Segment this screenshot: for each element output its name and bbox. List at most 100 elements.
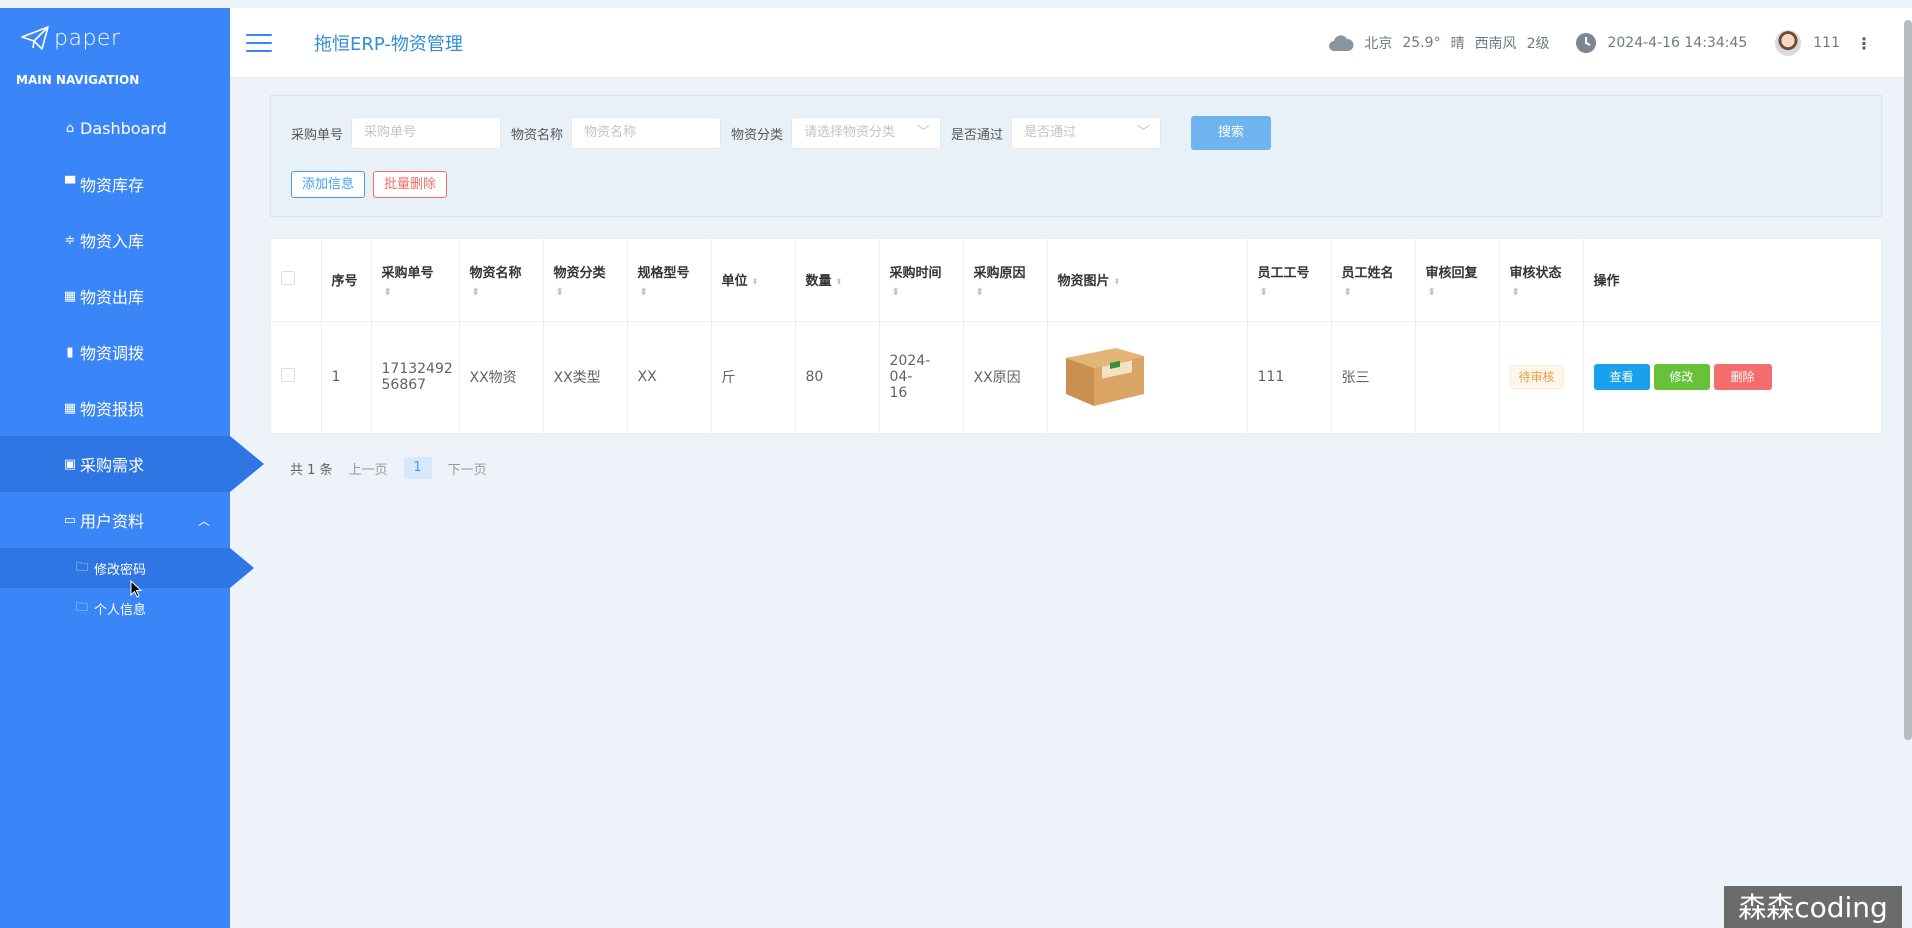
sidebar-item-transfer[interactable]: ▮ 物资调拨 — [0, 324, 230, 380]
sidebar: paper MAIN NAVIGATION ⌂ Dashboard ▀ 物资库存… — [0, 8, 264, 928]
table-header-row: 序号 采购单号 ⬍ 物资名称 ⬍ 物资分类 ⬍ 规格型号 ⬍ 单位 ⬍ 数量 ⬍ 采购时间 ⬍… — [271, 239, 1881, 322]
passed-select[interactable]: 是否通过 ﹀ — [1011, 117, 1162, 149]
edit-button[interactable]: 修改 — [1653, 364, 1710, 390]
sort-icon[interactable]: ⬍ — [752, 277, 759, 285]
column-header: 操作 — [1583, 239, 1881, 322]
username[interactable]: 111 — [1813, 35, 1840, 51]
briefcase-icon: ▀ — [65, 176, 75, 192]
sort-icon[interactable]: ⬍ — [1428, 287, 1489, 298]
menu-toggle-icon[interactable] — [246, 33, 272, 52]
view-button[interactable]: 查看 — [1593, 364, 1650, 390]
sidebar-item-purchase-demand[interactable]: ▣ 采购需求 — [0, 436, 264, 492]
cell-employee-no: 111 — [1247, 321, 1332, 434]
column-header[interactable]: 物资名称 ⬍ — [459, 239, 544, 322]
column-header-label: 员工工号 — [1257, 265, 1310, 281]
table-row: 1 17132492 56867 XX物资 XX类型 XX 斤 80 2024-0… — [271, 321, 1881, 434]
top-header: 拖恒ERP-物资管理 北京 25.9° 晴 西南风 2级 2024-4-16 1… — [230, 8, 1912, 78]
date-line: 16 — [889, 385, 908, 401]
sidebar-item-label: 物资调拨 — [80, 344, 145, 363]
column-header[interactable]: 员工姓名 ⬍ — [1331, 239, 1416, 322]
batch-delete-button[interactable]: 批量删除 — [373, 171, 448, 198]
column-header[interactable]: 物资分类 ⬍ — [543, 239, 628, 322]
column-header[interactable]: 员工工号 ⬍ — [1247, 239, 1332, 322]
folder-icon: 🗀 — [76, 559, 89, 574]
sidebar-item-label: 采购需求 — [80, 456, 145, 475]
current-datetime: 2024-4-16 14:34:45 — [1607, 35, 1748, 51]
add-info-button[interactable]: 添加信息 — [291, 171, 366, 198]
sidebar-item-inventory[interactable]: ▀ 物资库存 — [0, 156, 230, 212]
current-page-button[interactable]: 1 — [403, 457, 432, 479]
category-select-placeholder: 请选择物资分类 — [804, 125, 896, 140]
sidebar-item-label: 物资报损 — [80, 400, 145, 419]
order-no-input[interactable]: 采购单号 — [351, 117, 502, 149]
column-header[interactable]: 采购单号 ⬍ — [371, 239, 460, 322]
row-checkbox[interactable] — [281, 368, 295, 382]
card-icon: ▭ — [63, 512, 77, 528]
cell-review-status: 待审核 — [1499, 321, 1584, 434]
sidebar-item-label: 物资出库 — [80, 288, 145, 307]
folder-icon: 🗀 — [76, 599, 89, 614]
cell-order-no: 17132492 56867 — [371, 321, 460, 434]
sidebar-subitem-change-password[interactable]: 🗀 修改密码 — [0, 548, 254, 588]
pagination-total: 共 1 条 — [290, 462, 333, 478]
page-scrollbar[interactable] — [1904, 20, 1912, 740]
column-header[interactable]: 采购原因 ⬍ — [963, 239, 1048, 322]
cell-unit: 斤 — [711, 321, 796, 434]
category-select[interactable]: 请选择物资分类 ﹀ — [791, 117, 942, 149]
app-title: 拖恒ERP-物资管理 — [314, 33, 463, 55]
prev-page-button[interactable]: 上一页 — [349, 459, 388, 478]
paper-plane-icon — [21, 26, 49, 50]
sidebar-subitem-label: 个人信息 — [94, 602, 147, 618]
column-header[interactable]: 规格型号 ⬍ — [627, 239, 712, 322]
next-page-button[interactable]: 下一页 — [448, 459, 487, 478]
sort-icon[interactable]: ⬍ — [1114, 277, 1121, 285]
weather-temp: 25.9° — [1402, 35, 1441, 51]
status-badge: 待审核 — [1509, 365, 1564, 389]
more-options-icon[interactable]: ⋮ — [1856, 34, 1872, 53]
column-header[interactable]: 审核状态 ⬍ — [1499, 239, 1584, 322]
material-name-input[interactable]: 物资名称 — [571, 117, 722, 149]
pagination: 共 1 条 上一页 1 下一页 — [290, 457, 503, 479]
column-header[interactable]: 单位 ⬍ — [711, 239, 796, 322]
column-header[interactable]: 审核回复 ⬍ — [1415, 239, 1500, 322]
sliders-icon: ≑ — [64, 232, 76, 248]
sort-icon[interactable]: ⬍ — [836, 277, 843, 285]
sort-icon[interactable]: ⬍ — [976, 287, 1037, 298]
sidebar-item-loss[interactable]: ▦ 物资报损 — [0, 380, 230, 436]
avatar[interactable] — [1775, 30, 1802, 56]
select-all-checkbox[interactable] — [281, 270, 295, 285]
sidebar-subitem-personal-info[interactable]: 🗀 个人信息 — [0, 588, 230, 628]
clock-icon — [1576, 33, 1597, 53]
sidebar-item-inbound[interactable]: ≑ 物资入库 — [0, 212, 230, 268]
sort-icon[interactable]: ⬍ — [892, 287, 953, 298]
sidebar-item-dashboard[interactable]: ⌂ Dashboard — [0, 100, 230, 156]
column-header[interactable]: 数量 ⬍ — [795, 239, 880, 322]
column-header-label: 采购原因 — [973, 265, 1026, 281]
date-line: 2024-04- — [889, 353, 931, 385]
sidebar-item-outbound[interactable]: ▦ 物资出库 — [0, 268, 230, 324]
cell-category: XX类型 — [543, 321, 628, 434]
logo-text: paper — [54, 25, 121, 51]
material-name-label: 物资名称 — [511, 127, 564, 143]
sort-icon[interactable]: ⬍ — [472, 287, 533, 298]
chevron-down-icon: ﹀ — [1137, 125, 1151, 140]
search-button[interactable]: 搜索 — [1191, 116, 1272, 150]
sort-icon[interactable]: ⬍ — [1344, 287, 1405, 298]
cell-index: 1 — [321, 321, 372, 434]
cardboard-box-image[interactable] — [1058, 340, 1150, 410]
sort-icon[interactable]: ⬍ — [1512, 287, 1573, 298]
column-header[interactable]: 物资图片 ⬍ — [1047, 239, 1248, 322]
sort-icon[interactable]: ⬍ — [384, 287, 449, 298]
column-header-label: 物资图片 — [1057, 274, 1110, 290]
sort-icon[interactable]: ⬍ — [1260, 287, 1321, 298]
column-header-label: 物资分类 — [553, 265, 606, 281]
delete-button[interactable]: 删除 — [1713, 364, 1772, 390]
sidebar-item-label: 物资库存 — [80, 176, 145, 195]
sidebar-item-user-profile[interactable]: ▭ 用户资料 ︿ — [0, 492, 230, 548]
logo[interactable]: paper — [0, 8, 230, 68]
column-header[interactable]: 采购时间 ⬍ — [879, 239, 964, 322]
clipboard-icon: ▣ — [63, 456, 77, 472]
sort-icon[interactable]: ⬍ — [640, 287, 701, 298]
sort-icon[interactable]: ⬍ — [556, 287, 617, 298]
column-header: 序号 — [321, 239, 372, 322]
